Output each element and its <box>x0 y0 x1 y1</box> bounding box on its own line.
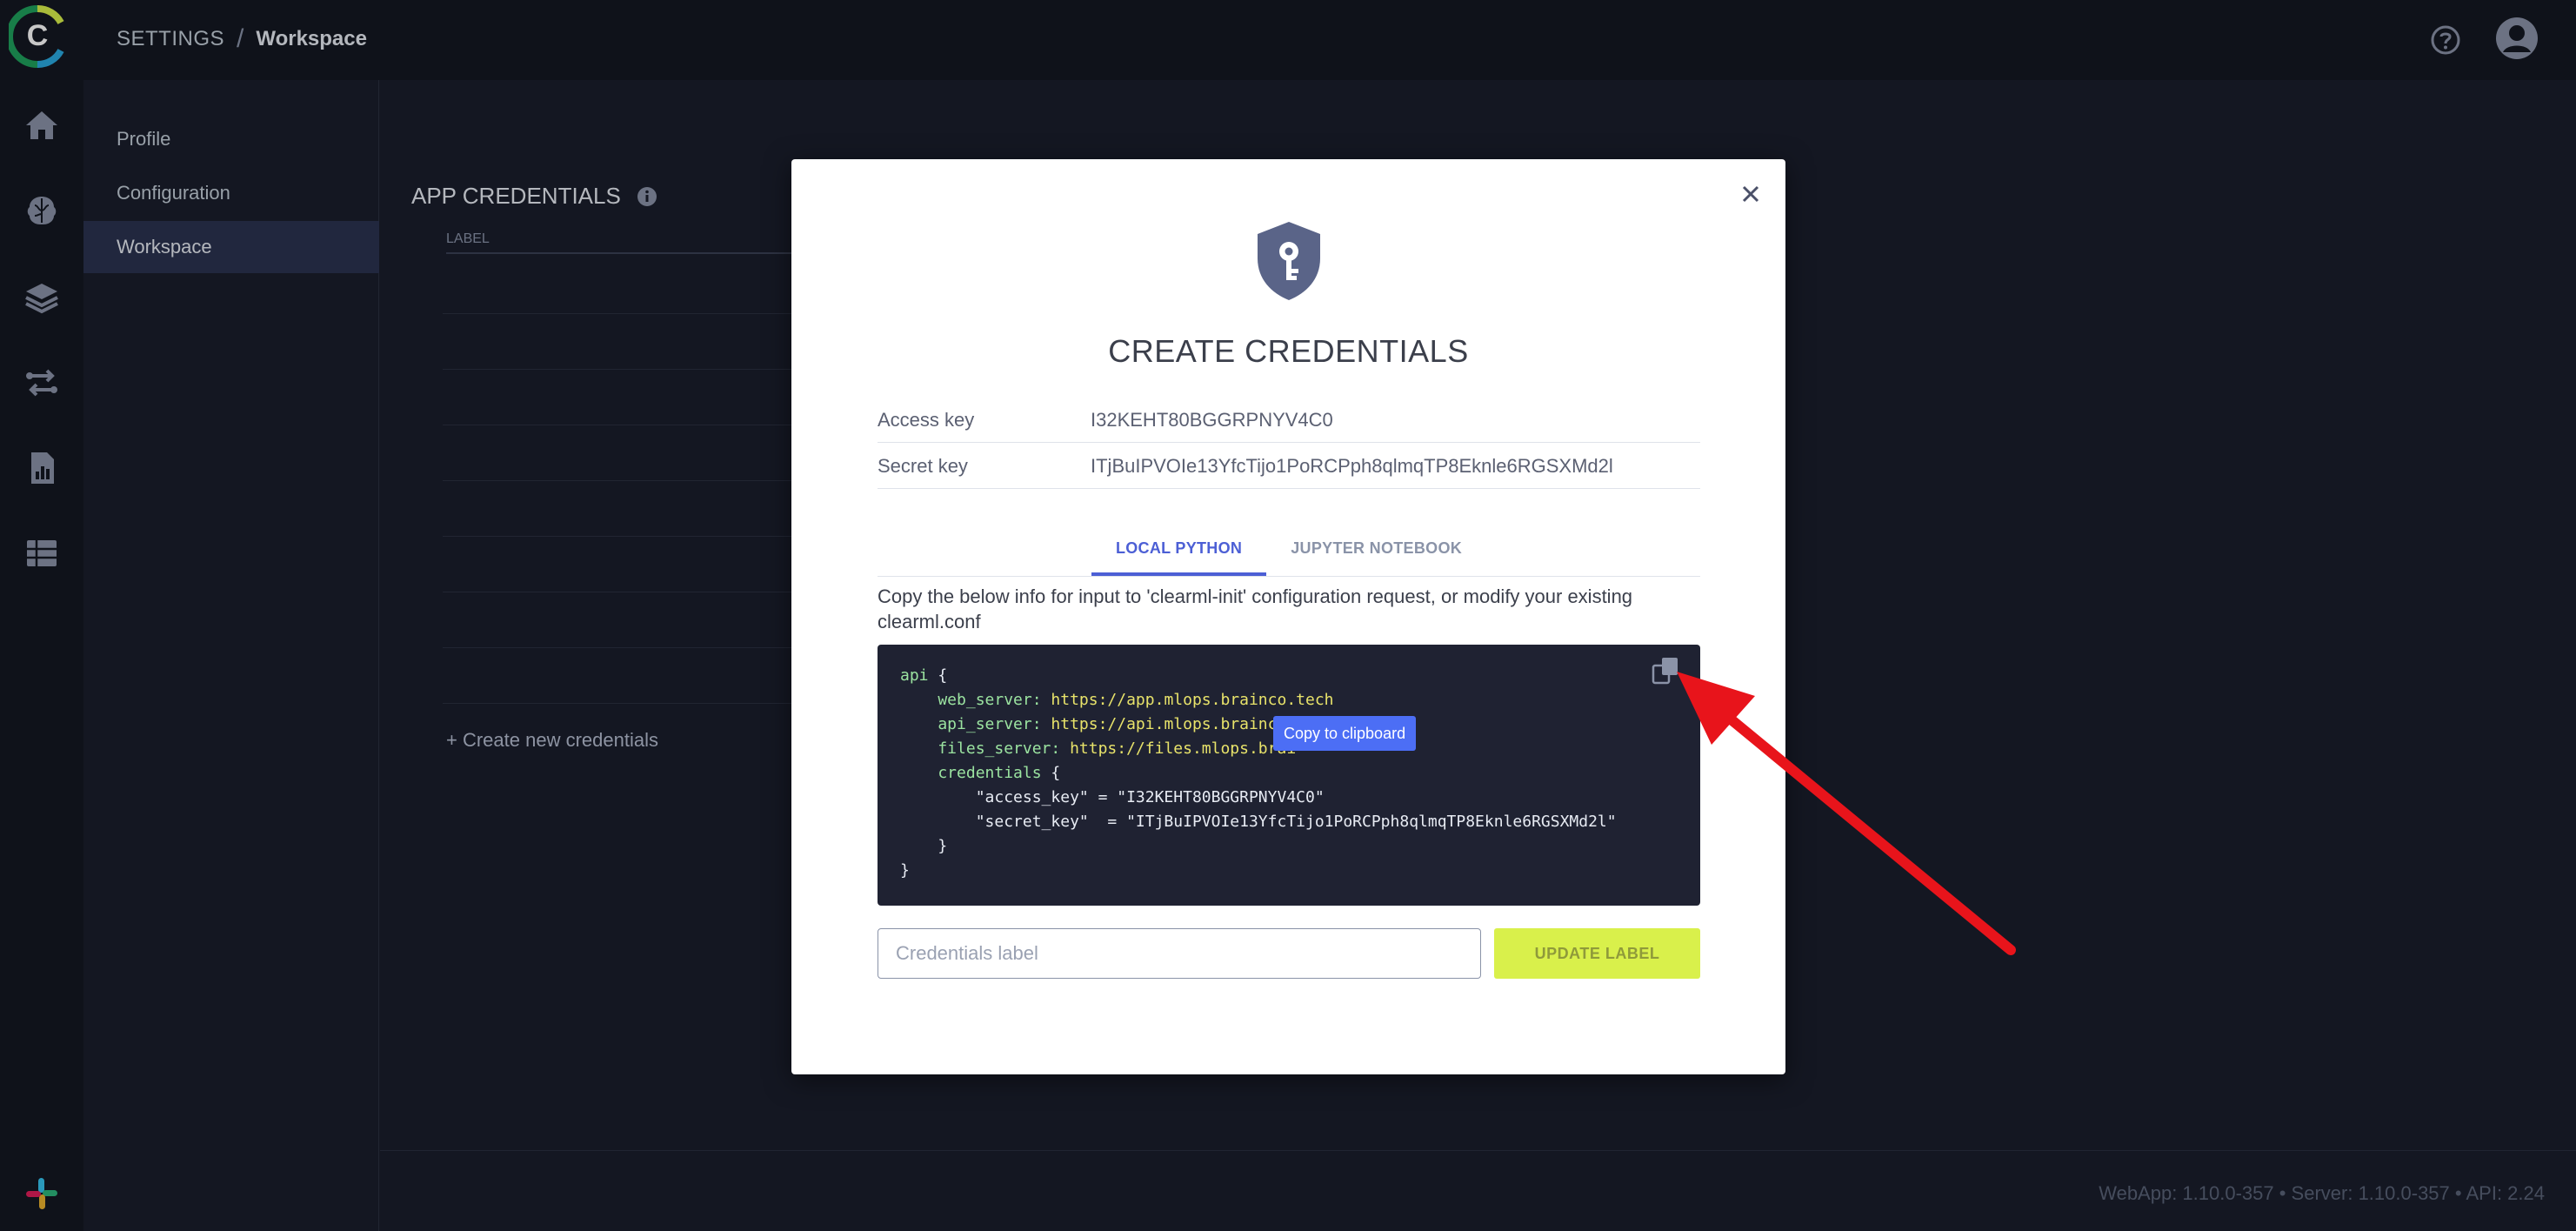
secret-key-value: ITjBuIPVOIe13YfcTijo1PoRCPph8qlmqTP8Eknl… <box>1091 454 1613 477</box>
access-key-row: Access key I32KEHT80BGGRPNYV4C0 <box>878 398 1700 443</box>
access-key-value: I32KEHT80BGGRPNYV4C0 <box>1091 408 1333 431</box>
update-label-button[interactable]: UPDATE LABEL <box>1494 928 1700 979</box>
config-instructions: Copy the below info for input to 'clearm… <box>878 585 1633 632</box>
code-text: { <box>928 666 948 685</box>
credentials-label-input[interactable] <box>878 928 1481 979</box>
code-value: https://app.mlops.brainco.tech <box>1041 691 1334 709</box>
code-key: api <box>900 666 929 685</box>
code-key: files_server: <box>900 739 1061 758</box>
code-line: } <box>900 861 910 880</box>
close-icon[interactable] <box>1733 177 1768 211</box>
code-line: credentials { <box>900 761 1678 786</box>
code-key: api_server: <box>900 715 1042 733</box>
secret-key-row: Secret key ITjBuIPVOIe13YfcTijo1PoRCPph8… <box>878 444 1700 489</box>
copy-tooltip: Copy to clipboard <box>1273 716 1417 751</box>
shield-key-icon <box>1258 222 1320 300</box>
config-code-block: api { web_server: https://app.mlops.brai… <box>878 645 1700 906</box>
access-key-label: Access key <box>878 408 975 431</box>
secret-key-label: Secret key <box>878 454 968 477</box>
code-line: } <box>900 837 948 855</box>
create-credentials-dialog: CREATE CREDENTIALS Access key I32KEHT80B… <box>791 159 1785 1074</box>
dialog-title: CREATE CREDENTIALS <box>1108 333 1469 369</box>
code-value: https://files.mlops.brai <box>1060 739 1297 758</box>
config-tabs: LOCAL PYTHON JUPYTER NOTEBOOK <box>878 525 1700 577</box>
code-text: { <box>1041 764 1061 782</box>
code-line-access-key: "access_key" = "I32KEHT80BGGRPNYV4C0" <box>900 788 1325 806</box>
code-line: web_server: https://app.mlops.brainco.te… <box>900 688 1678 713</box>
code-line: api { <box>900 664 1678 688</box>
tab-jupyter-notebook[interactable]: JUPYTER NOTEBOOK <box>1266 525 1486 576</box>
code-line-secret-key: "secret_key" = "ITjBuIPVOIe13YfcTijo1PoR… <box>900 813 1617 831</box>
code-value: https://api.mlops.brainco. <box>1041 715 1297 733</box>
code-key: web_server: <box>900 691 1042 709</box>
code-key: credentials <box>900 764 1042 782</box>
tab-local-python[interactable]: LOCAL PYTHON <box>1091 525 1267 576</box>
copy-to-clipboard-icon[interactable] <box>1650 655 1681 686</box>
